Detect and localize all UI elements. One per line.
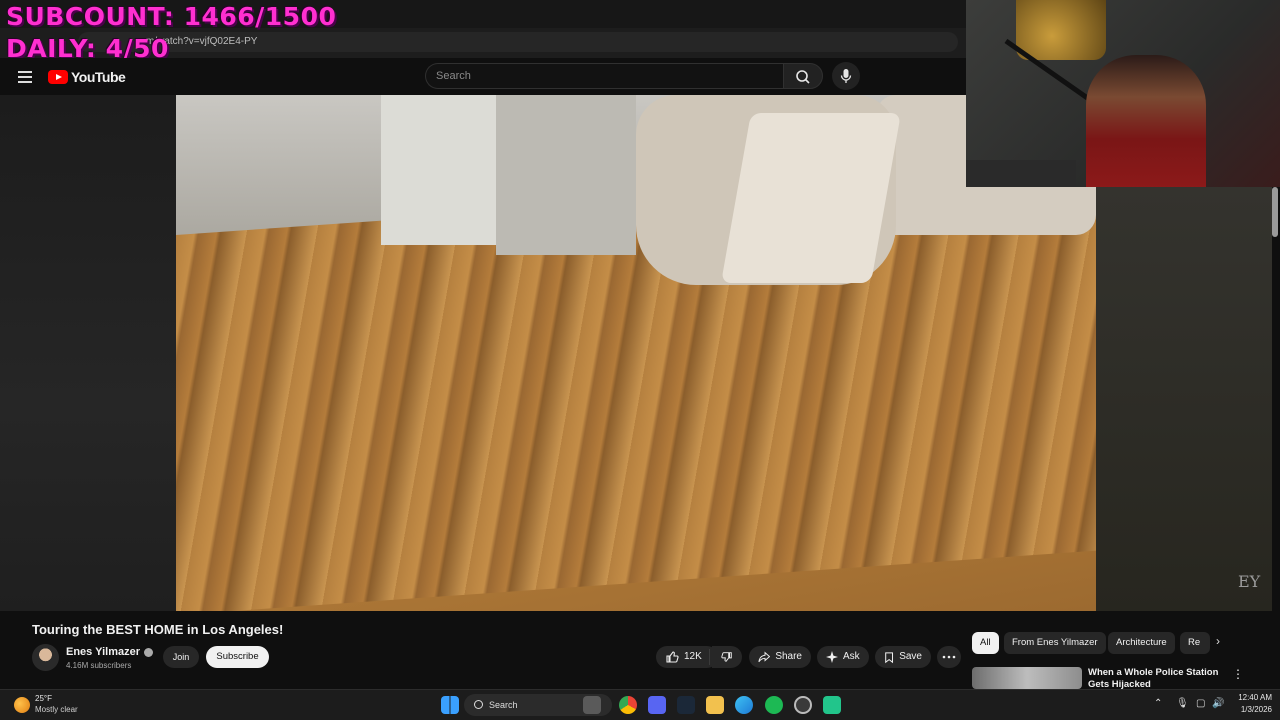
like-dislike-divider [709, 649, 710, 665]
search-input[interactable]: Search [425, 63, 783, 89]
steam-icon[interactable] [677, 696, 695, 714]
thumbs-down-icon [721, 652, 732, 662]
channel-name-text[interactable]: Enes Yilmazer [66, 646, 140, 658]
search-icon [796, 70, 810, 84]
microphone-icon [840, 69, 852, 83]
weather-temperature[interactable]: 25°F [35, 694, 52, 703]
weather-description[interactable]: Mostly clear [35, 705, 78, 714]
app-icon[interactable] [823, 696, 841, 714]
voice-search-button[interactable] [832, 62, 860, 90]
video-scene-pillar [496, 95, 636, 255]
address-bar[interactable]: m/watch?v=vjfQ02E4-PY [78, 32, 958, 52]
share-icon [758, 651, 771, 663]
subscribe-button[interactable]: Subscribe [206, 646, 269, 668]
youtube-logo[interactable]: YouTube [48, 69, 126, 85]
bookmark-icon [885, 651, 894, 663]
ask-button[interactable]: Ask [817, 646, 869, 668]
webcam-balloon [1016, 0, 1106, 60]
youtube-logo-text: YouTube [71, 69, 126, 85]
subcount-overlay: SUBCOUNT: 1466/1500 [6, 2, 337, 31]
spotify-icon[interactable] [765, 696, 783, 714]
share-button[interactable]: Share [749, 646, 811, 668]
chip-truncated[interactable]: Re [1180, 632, 1210, 654]
chip-from-channel[interactable]: From Enes Yilmazer [1004, 632, 1106, 654]
more-vertical-icon[interactable]: ⋮ [1232, 667, 1244, 681]
clock-time[interactable]: 12:40 AM [1234, 693, 1272, 702]
chip-all[interactable]: All [972, 632, 999, 654]
recommendation-panel: All From Enes Yilmazer Architecture Re ›… [966, 611, 1280, 689]
microphone-tray-icon[interactable]: 🎙 [1176, 698, 1189, 709]
share-label: Share [775, 651, 802, 662]
webcam-streamer [1086, 55, 1206, 187]
weather-icon[interactable] [14, 697, 30, 713]
chevron-right-icon[interactable]: › [1216, 634, 1220, 648]
discord-icon[interactable] [648, 696, 666, 714]
edge-icon[interactable] [735, 696, 753, 714]
video-scene-floor [176, 170, 1096, 611]
verified-badge-icon [144, 647, 153, 657]
obs-icon[interactable] [794, 696, 812, 714]
save-label: Save [899, 651, 922, 662]
sparkle-icon [826, 651, 838, 663]
file-explorer-icon[interactable] [706, 696, 724, 714]
join-button[interactable]: Join [163, 646, 199, 668]
search-button[interactable] [783, 63, 823, 89]
save-button[interactable]: Save [875, 646, 931, 668]
display-icon[interactable]: ▢ [1196, 698, 1205, 709]
chevron-up-icon[interactable]: ⌃ [1154, 698, 1162, 709]
channel-name[interactable]: Enes Yilmazer [66, 646, 153, 658]
dislike-button[interactable] [712, 646, 742, 668]
thumbs-up-icon [666, 651, 679, 663]
chrome-icon[interactable] [619, 696, 637, 714]
more-horizontal-icon [942, 655, 956, 659]
more-actions-button[interactable] [937, 646, 961, 668]
like-count: 12K [684, 651, 702, 662]
page-scrollbar[interactable] [1272, 187, 1278, 237]
windows-start-icon[interactable] [441, 696, 459, 714]
video-title: Touring the BEST HOME in Los Angeles! [32, 622, 284, 637]
video-scene-door [381, 95, 501, 245]
player-right-margin [1096, 187, 1272, 611]
video-player[interactable] [176, 95, 1096, 611]
search-highlight-icon[interactable] [583, 696, 601, 714]
webcam-keyboard [966, 160, 1076, 187]
clock-date[interactable]: 1/3/2026 [1234, 705, 1272, 714]
channel-avatar[interactable] [32, 644, 59, 671]
ask-label: Ask [843, 651, 860, 662]
video-scene-blanket [721, 113, 901, 283]
recommendation-title[interactable]: When a Whole Police Station Gets Hijacke… [1088, 667, 1228, 689]
recommendation-thumbnail[interactable] [972, 667, 1082, 689]
taskbar-search-icon [474, 700, 483, 709]
youtube-header: YouTube Search [0, 58, 966, 95]
hamburger-menu-icon[interactable] [18, 71, 32, 83]
volume-icon[interactable]: 🔊 [1212, 698, 1224, 709]
subscriber-count: 4.16M subscribers [66, 661, 132, 670]
channel-watermark[interactable]: EY [1238, 572, 1260, 591]
windows-taskbar: 25°F Mostly clear Search ⌃ 🎙 ▢ 🔊 12:40 A… [0, 689, 1280, 720]
webcam-feed [966, 0, 1280, 187]
player-left-margin [0, 95, 176, 611]
video-info: Touring the BEST HOME in Los Angeles! En… [0, 611, 966, 689]
youtube-play-icon [48, 70, 68, 84]
chip-architecture[interactable]: Architecture [1108, 632, 1175, 654]
